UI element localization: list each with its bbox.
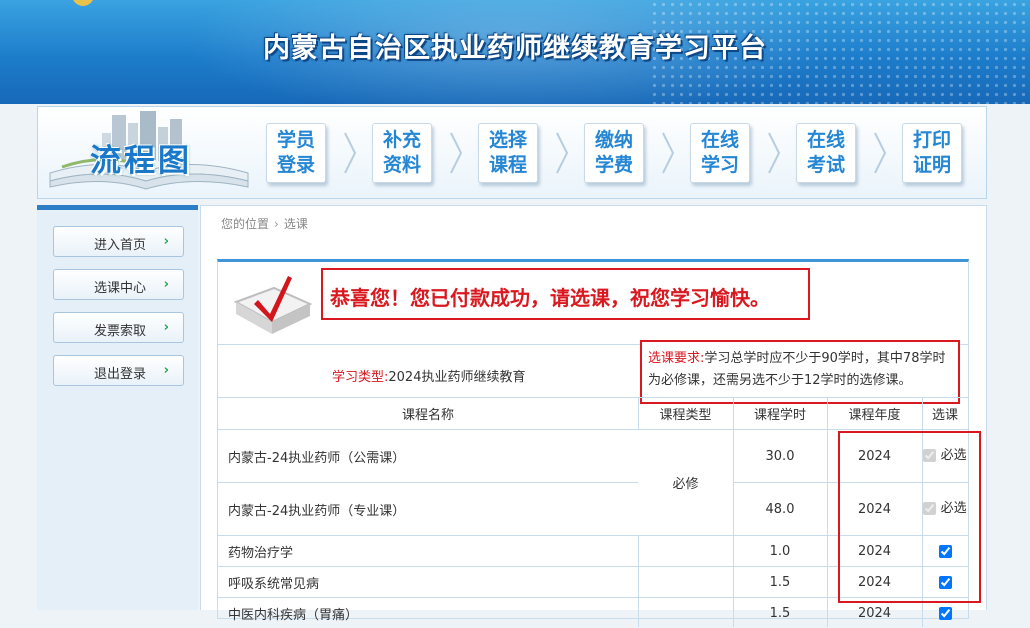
col-header-course-hours: 课程学时 [753,408,806,423]
step-student-login[interactable]: 学员 登录 [266,123,326,183]
step-label-line1: 缴纳 [594,129,633,151]
course-year: 2024 [857,605,892,621]
step-select-course[interactable]: 选择 课程 [478,123,538,183]
course-name: 呼吸系统常见病 [228,576,320,592]
step-label-line2: 考试 [806,154,845,176]
step-label-line1: 补充 [382,129,421,151]
course-hours: 30.0 [765,448,795,464]
checkmark-box-icon [233,276,313,334]
select-cell [922,536,968,566]
course-select-checkbox[interactable] [938,606,952,620]
step-label-line1: 在线 [806,129,845,151]
course-hours: 48.0 [765,501,795,517]
course-name: 药物治疗学 [228,545,294,561]
chevron-right-icon: › [163,277,169,292]
logo-icon [72,0,94,6]
col-header-course-type: 课程类型 [659,408,712,423]
step-label-line1: 学员 [276,129,315,151]
required-mark: 必选 [940,448,967,463]
step-pay-tuition[interactable]: 缴纳 学费 [584,123,644,183]
chevron-right-icon [344,132,357,174]
course-requirement-box: 选课要求:学习总学时应不少于90学时，其中78学时为必修课，还需另选不少于12学… [640,340,960,404]
sidebar-item-course-center[interactable]: 选课中心 › [53,269,184,300]
step-label-line2: 学费 [594,154,633,176]
chevron-right-icon: › [163,363,169,378]
chevron-right-icon [874,132,887,174]
course-name: 中医内科疾病（胃痛） [228,607,359,623]
chevron-right-icon: › [163,320,169,335]
course-selection-panel: 恭喜您！您已付款成功，请选课，祝您学习愉快。 学习类型:2024执业药师继续教育… [217,259,969,627]
left-sidebar: 进入首页 › 选课中心 › 发票索取 › 退出登录 › [37,205,198,610]
breadcrumb-current: 选课 [283,217,308,231]
course-hours: 1.5 [769,574,791,590]
chevron-right-icon [556,132,569,174]
flow-chart-title: 流程图 [90,143,192,179]
step-label-line1: 选择 [488,129,527,151]
course-name: 内蒙古-24执业药师（专业课） [228,503,406,519]
select-cell [922,567,968,597]
breadcrumb-label: 您的位置 [221,217,270,231]
step-label-line2: 学习 [700,154,739,176]
sidebar-item-label: 发票索取 [94,324,147,339]
chevron-right-icon [768,132,781,174]
sidebar-item-label: 退出登录 [94,367,147,382]
select-cell [922,598,968,628]
col-header-course-year: 课程年度 [848,408,901,423]
required-select-cell: 必选 [922,430,968,482]
chevron-right-icon [450,132,463,174]
site-title: 内蒙古自治区执业药师继续教育学习平台 [263,33,767,64]
course-hours: 1.5 [769,605,791,621]
sidebar-item-logout[interactable]: 退出登录 › [53,355,184,386]
course-name: 内蒙古-24执业药师（公需课） [228,450,406,466]
chevron-right-icon [662,132,675,174]
course-year: 2024 [857,574,892,590]
flow-chart-bar: 流程图 学员登录 补充资料 选择课程 缴纳学费 在线学习 在线考试 打印证明 [37,106,987,199]
course-requirement: 选课要求:学习总学时应不少于90学时，其中78学时为必修课，还需另选不少于12学… [648,348,956,392]
course-year: 2024 [857,501,892,517]
breadcrumb-separator: › [274,217,279,231]
study-type-value: 2024执业药师继续教育 [388,370,526,385]
step-label-line2: 证明 [912,154,951,176]
step-online-study[interactable]: 在线 学习 [690,123,750,183]
course-hours: 1.0 [769,543,791,559]
required-checkbox [923,449,937,462]
course-type-required: 必修 [638,430,733,535]
required-checkbox [923,502,937,515]
step-label-line1: 在线 [700,129,739,151]
requirement-label: 选课要求: [648,351,705,366]
course-year: 2024 [857,543,892,559]
breadcrumb: 您的位置 › 选课 [221,215,308,232]
step-supplement-info[interactable]: 补充 资料 [372,123,432,183]
study-type-label: 学习类型: [332,370,389,385]
step-online-exam[interactable]: 在线 考试 [796,123,856,183]
payment-success-notice: 恭喜您！您已付款成功，请选课，祝您学习愉快。 [321,268,810,320]
main-content: 您的位置 › 选课 恭喜您！您已付款成功，请选课，祝您学习愉快。 学习类型:2024… [200,205,987,627]
col-header-select: 选课 [931,408,958,423]
required-select-cell: 必选 [922,483,968,535]
course-select-checkbox[interactable] [938,544,952,558]
sidebar-item-home[interactable]: 进入首页 › [53,226,184,257]
step-label-line2: 资料 [382,154,421,176]
sidebar-item-label: 选课中心 [94,281,147,296]
step-label-line2: 课程 [488,154,527,176]
col-header-course-name: 课程名称 [401,408,454,423]
step-print-certificate[interactable]: 打印 证明 [902,123,962,183]
course-select-checkbox[interactable] [938,575,952,589]
sidebar-item-label: 进入首页 [94,238,147,253]
header-banner: 内蒙古自治区执业药师继续教育学习平台 [0,0,1030,104]
sidebar-item-invoice[interactable]: 发票索取 › [53,312,184,343]
step-label-line1: 打印 [912,129,951,151]
congrats-text: 恭喜您！您已付款成功，请选课，祝您学习愉快。 [330,286,770,310]
study-type: 学习类型:2024执业药师继续教育 [332,366,525,385]
step-label-line2: 登录 [276,154,315,176]
course-year: 2024 [857,448,892,464]
chevron-right-icon: › [163,234,169,249]
required-mark: 必选 [940,501,967,516]
